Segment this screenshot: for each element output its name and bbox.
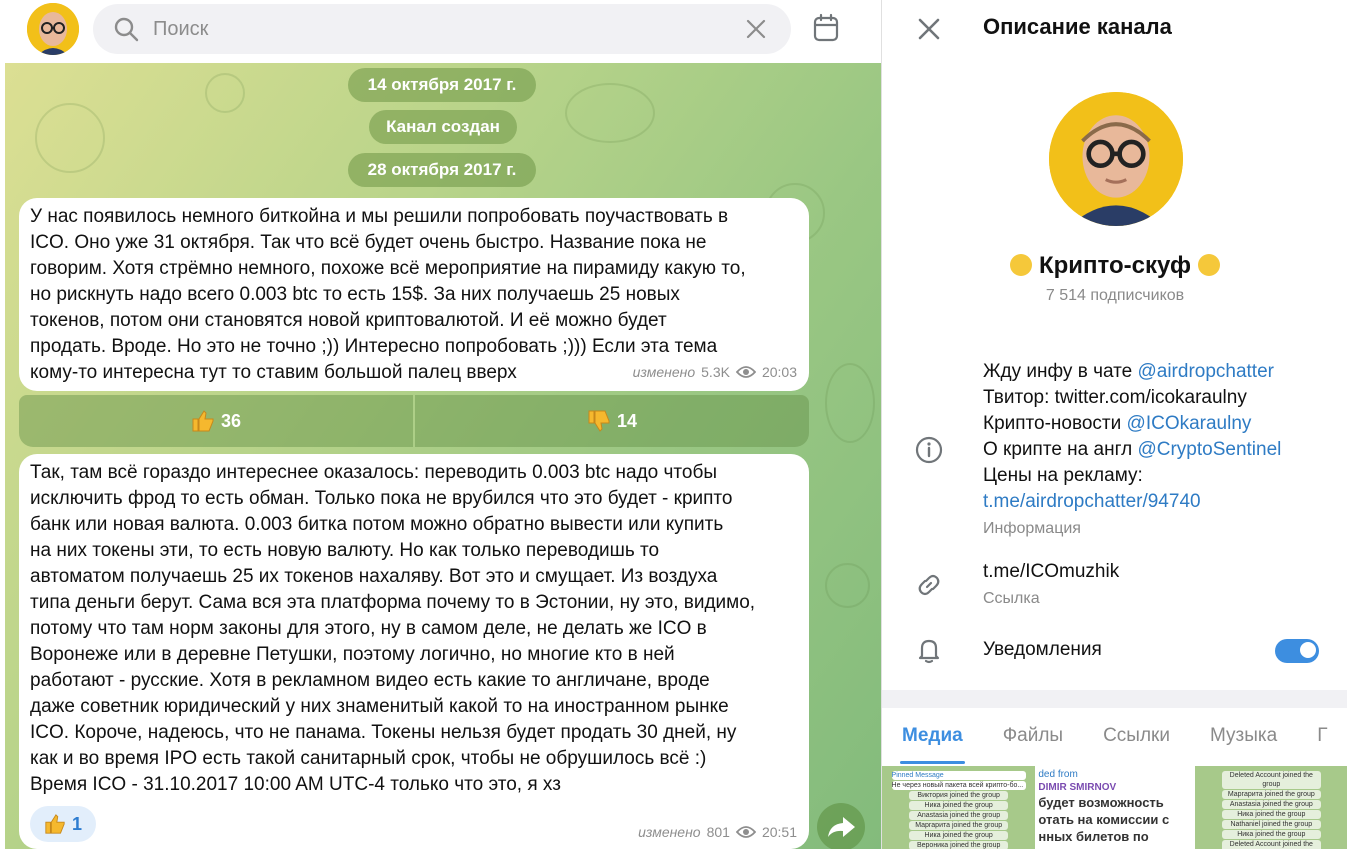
forward-icon — [828, 817, 855, 837]
date-separator: 28 октября 2017 г. — [348, 153, 536, 187]
calendar-icon[interactable] — [812, 13, 840, 43]
views-count: 801 — [706, 824, 730, 840]
message-meta: изменено 5.3K 20:03 — [633, 359, 797, 385]
message-text: Так, там всё гораздо интереснее оказалос… — [30, 462, 756, 795]
channel-avatar[interactable] — [1049, 92, 1183, 226]
link-label: Ссылка — [983, 590, 1040, 607]
channel-link[interactable]: t.me/ICOmuzhik — [983, 561, 1119, 583]
channel-name-text: Крипто-скуф — [1038, 252, 1192, 279]
info-icon — [915, 436, 943, 464]
english-mention-link[interactable]: @CryptoSentinel — [1137, 439, 1281, 460]
message-time: 20:03 — [761, 364, 797, 380]
edited-label: изменено — [638, 824, 701, 840]
channel-name: Крипто-скуф — [882, 252, 1347, 280]
clear-search-icon[interactable] — [743, 16, 769, 42]
search-bar — [93, 4, 791, 54]
reaction-chip[interactable]: 1 — [30, 806, 96, 842]
thumbs-down-count: 14 — [616, 410, 638, 431]
message-bubble[interactable]: У нас появилось немного биткойна и мы ре… — [19, 198, 809, 391]
description-label: Информация — [983, 520, 1081, 537]
thumbs-up-icon — [45, 814, 65, 834]
nerd-face-emoji-icon — [1197, 254, 1220, 276]
chat-topbar — [0, 0, 881, 61]
eye-icon — [735, 366, 756, 378]
money-face-emoji-icon — [1010, 254, 1033, 276]
edited-label: изменено — [632, 364, 696, 380]
message-meta: изменено 801 20:51 — [638, 819, 797, 845]
search-icon — [114, 17, 139, 42]
date-separator: 14 октября 2017 г. — [348, 68, 536, 102]
message-time: 20:51 — [761, 824, 797, 840]
media-thumbnail[interactable]: Pinned Message Не через новый пакета все… — [882, 766, 1036, 849]
media-tabs: Медиа Файлы Ссылки Музыка Г — [882, 708, 1347, 764]
subscriber-count: 7 514 подписчиков — [1045, 287, 1185, 304]
tab-more[interactable]: Г — [1297, 708, 1347, 764]
thumbs-up-icon — [192, 410, 214, 432]
forward-button[interactable] — [817, 803, 865, 849]
ad-prices-link[interactable]: t.me/airdropchatter/94740 — [983, 491, 1201, 512]
thumbs-up-button[interactable]: 36 — [19, 395, 413, 447]
tab-files[interactable]: Файлы — [983, 708, 1083, 764]
bell-icon — [918, 639, 940, 664]
message-bubble[interactable]: Так, там всё гораздо интереснее оказалос… — [19, 454, 809, 849]
avatar-portrait — [27, 3, 79, 55]
news-mention-link[interactable]: @ICOkaraulny — [1127, 413, 1252, 434]
channel-info-panel: Описание канала Крипто-скуф 7 514 подпис… — [881, 0, 1347, 849]
tab-media[interactable]: Медиа — [882, 708, 983, 764]
tab-links[interactable]: Ссылки — [1083, 708, 1190, 764]
eye-icon — [735, 826, 756, 838]
avatar-portrait — [1049, 92, 1183, 226]
thumbs-up-count: 36 — [220, 410, 242, 431]
section-divider — [882, 690, 1347, 708]
notifications-toggle[interactable] — [1275, 639, 1319, 663]
thumbs-down-button[interactable]: 14 — [415, 395, 809, 447]
notifications-label: Уведомления — [983, 639, 1102, 660]
panel-title: Описание канала — [983, 14, 1172, 39]
reaction-count: 1 — [71, 813, 82, 834]
media-thumbnail[interactable]: ded from DIMIR SMIRNOV будет возможность… — [1038, 766, 1192, 849]
chat-column: 14 октября 2017 г. Канал создан 28 октяб… — [0, 0, 881, 849]
service-message: Канал создан — [369, 110, 517, 144]
media-thumbnail[interactable]: Deleted Account joined the group Маргари… — [1194, 766, 1347, 849]
tab-music[interactable]: Музыка — [1190, 708, 1297, 764]
channel-description: Жду инфу в чате @airdropchatter Твитор: … — [983, 361, 1282, 512]
search-input[interactable] — [153, 13, 713, 45]
thumbs-down-icon — [588, 410, 610, 432]
inline-button-row: 36 14 — [19, 395, 809, 447]
link-icon — [918, 574, 940, 596]
media-grid: Pinned Message Не через новый пакета все… — [882, 766, 1347, 849]
close-icon[interactable] — [916, 16, 942, 42]
chat-mention-link[interactable]: @airdropchatter — [1137, 361, 1274, 382]
views-count: 5.3K — [701, 364, 730, 380]
my-avatar[interactable] — [27, 3, 79, 55]
